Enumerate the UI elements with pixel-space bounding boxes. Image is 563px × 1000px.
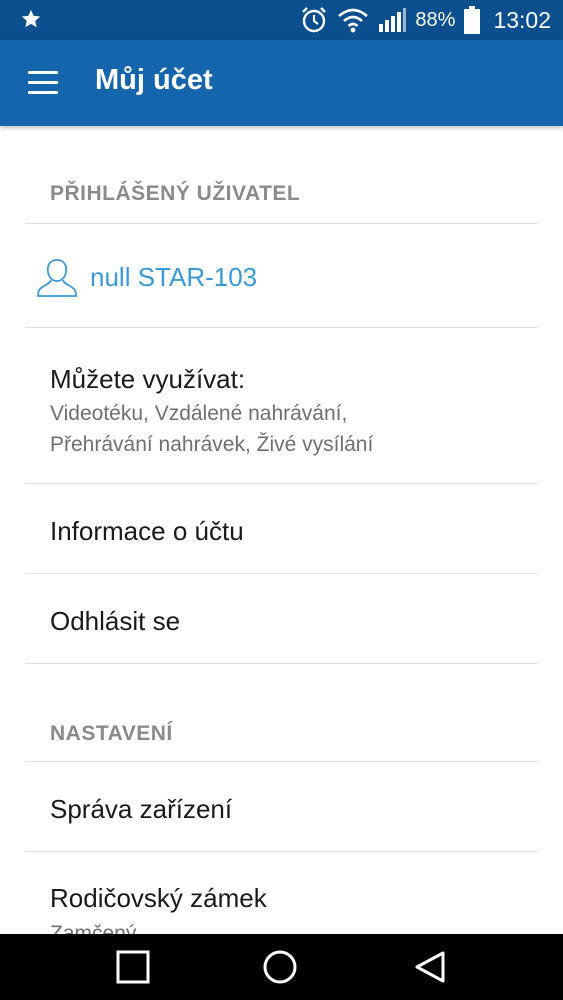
features-title: Můžete využívat: [50,364,246,394]
section-header-logged-user: PŘIHLÁŠENÝ UŽIVATEL [50,182,301,205]
account-info-item[interactable]: Informace o účtu [50,516,244,547]
account-content: PŘIHLÁŠENÝ UŽIVATEL null STAR-103 Můžete… [0,126,563,934]
logout-item[interactable]: Odhlásit se [50,606,180,637]
divider [25,761,538,762]
navigation-bar [0,934,563,1000]
alarm-icon [299,5,329,35]
user-name: null STAR-103 [90,261,258,292]
status-bar: 88% 13:02 [0,0,563,40]
hamburger-menu-icon[interactable] [28,69,60,97]
battery-percent: 88% [415,8,456,31]
divider [25,223,538,224]
divider [25,573,538,574]
app-bar: Můj účet [0,40,563,126]
back-icon[interactable] [413,950,447,984]
star-icon [21,9,41,28]
home-icon[interactable] [263,950,297,984]
page-title: Můj účet [95,64,213,96]
recent-apps-icon[interactable] [116,950,150,984]
parental-lock-status: Zamčený [50,922,137,934]
divider [25,851,538,852]
logged-user-row[interactable]: null STAR-103 [36,254,257,300]
features-line-2: Přehrávání nahrávek, Živé vysílání [50,433,374,456]
signal-icon [377,6,407,34]
divider [25,483,538,484]
clock-time: 13:02 [493,6,551,33]
features-line-1: Videotéku, Vzdálené nahrávání, [50,402,348,425]
divider [25,327,538,328]
battery-icon [463,5,481,35]
parental-lock-item[interactable]: Rodičovský zámek [50,883,267,914]
user-icon [37,259,77,297]
device-management-item[interactable]: Správa zařízení [50,794,232,825]
section-header-settings: NASTAVENÍ [50,722,173,745]
divider [25,663,538,664]
wifi-icon [337,6,369,34]
